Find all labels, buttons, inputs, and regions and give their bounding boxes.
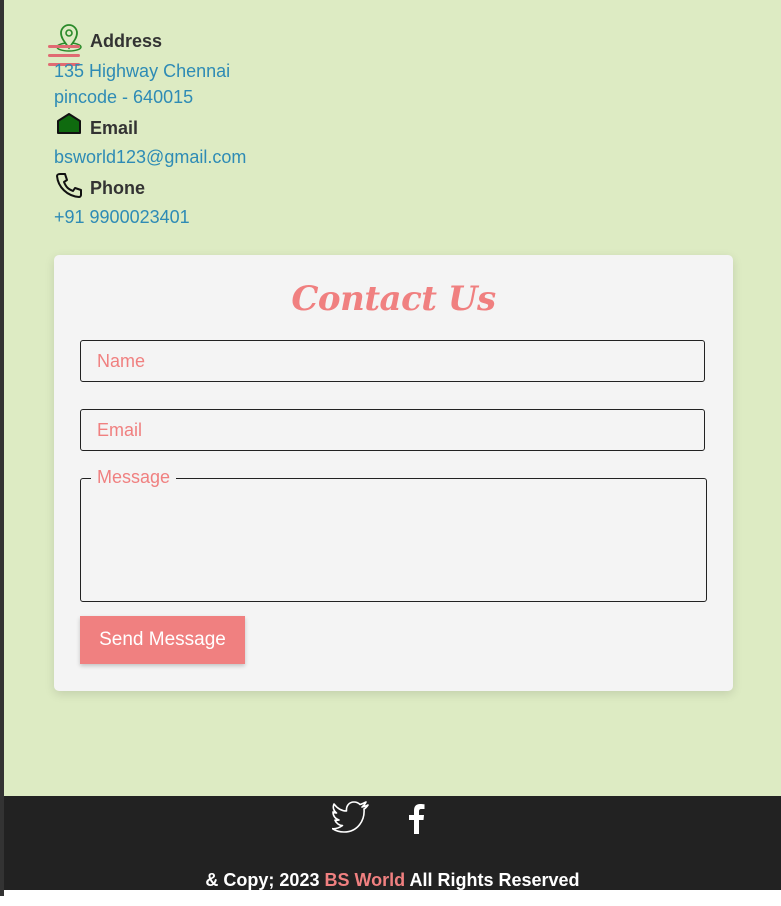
email-input[interactable] xyxy=(80,409,705,451)
contact-section: Address 135 Highway Chennai pincode - 64… xyxy=(4,0,781,796)
message-field[interactable]: Message xyxy=(80,467,710,605)
address-line-2: pincode - 640015 xyxy=(54,87,194,107)
phone-value[interactable]: +91 9900023401 xyxy=(54,207,190,228)
brand-name: BS World xyxy=(324,870,406,890)
footer: & Copy; 2023 BS World All Rights Reserve… xyxy=(4,796,781,890)
copyright-prefix: & Copy; 2023 xyxy=(205,870,320,890)
home-icon xyxy=(55,111,83,139)
email-value[interactable]: bsworld123@gmail.com xyxy=(54,147,246,168)
phone-title: Phone xyxy=(90,178,146,198)
address-line-1: 135 Highway Chennai xyxy=(54,61,231,81)
contact-form-title: Contact Us xyxy=(291,279,496,319)
send-message-button[interactable]: Send Message xyxy=(80,616,245,664)
contact-form-card: Contact Us Message Send Message xyxy=(54,255,733,691)
name-input[interactable] xyxy=(80,340,705,382)
copyright-suffix: All Rights Reserved xyxy=(409,870,580,890)
email-title: Email xyxy=(90,118,139,138)
address-title: Address xyxy=(90,31,163,51)
phone-icon xyxy=(55,171,83,199)
facebook-icon[interactable] xyxy=(406,802,426,839)
twitter-icon[interactable] xyxy=(331,800,370,839)
message-textarea[interactable] xyxy=(81,479,710,605)
copyright-text: & Copy; 2023 BS World All Rights Reserve… xyxy=(4,870,781,891)
